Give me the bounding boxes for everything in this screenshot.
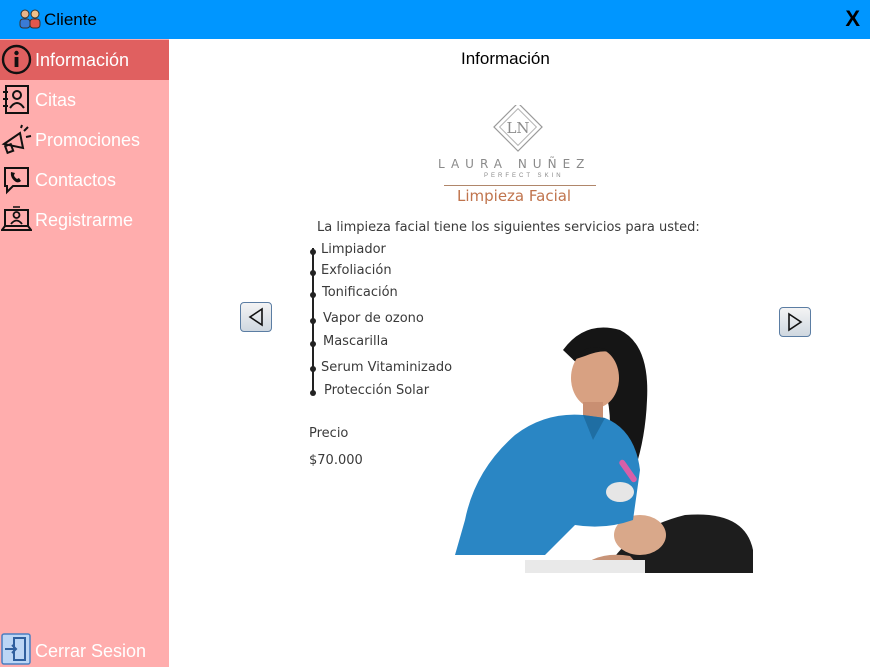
info-icon xyxy=(1,44,32,75)
price-value: $70.000 xyxy=(309,453,363,468)
sidebar-item-label: Citas xyxy=(35,90,77,110)
service-title: Limpieza Facial xyxy=(457,187,572,205)
brand-tagline: PERFECT SKIN xyxy=(484,173,564,179)
sidebar-item-label: Información xyxy=(35,50,130,70)
laptop-user-icon xyxy=(1,206,32,231)
previous-button[interactable] xyxy=(240,302,272,332)
sidebar: Información Citas Promociones Contactos xyxy=(0,39,169,667)
sidebar-item-informacion[interactable]: Información xyxy=(0,40,169,80)
brand-logo: LN xyxy=(493,105,543,152)
close-button[interactable]: X xyxy=(845,6,860,32)
service-item: Limpiador xyxy=(321,242,386,257)
megaphone-icon xyxy=(1,124,32,155)
sidebar-item-citas[interactable]: Citas xyxy=(0,80,169,120)
brand-name: LAURA NUÑEZ xyxy=(438,157,591,171)
page-title: Información xyxy=(461,49,550,68)
chevron-right-icon xyxy=(788,312,803,332)
next-button[interactable] xyxy=(779,307,811,337)
chevron-left-icon xyxy=(248,307,263,327)
divider xyxy=(444,185,596,186)
timeline-dot xyxy=(310,270,316,276)
timeline-dot xyxy=(310,390,316,396)
svg-text:LN: LN xyxy=(506,119,529,137)
phone-icon xyxy=(4,167,29,195)
timeline-dot xyxy=(310,366,316,372)
timeline-dot xyxy=(310,318,316,324)
sidebar-item-label: Promociones xyxy=(35,130,141,150)
logout-icon xyxy=(1,633,31,665)
title-bar: Cliente X xyxy=(0,0,870,39)
service-item: Exfoliación xyxy=(321,263,392,278)
service-item: Mascarilla xyxy=(323,334,389,349)
service-item: Protección Solar xyxy=(324,383,430,398)
facial-treatment-photo xyxy=(455,327,753,573)
sidebar-item-promociones[interactable]: Promociones xyxy=(0,120,169,160)
contact-book-icon xyxy=(3,85,29,114)
service-item: Vapor de ozono xyxy=(323,311,424,326)
timeline-dot xyxy=(310,249,316,255)
price-label: Precio xyxy=(309,426,349,441)
logout-label: Cerrar Sesion xyxy=(35,641,147,661)
logout-button[interactable]: Cerrar Sesion xyxy=(0,633,169,667)
service-intro: La limpieza facial tiene los siguientes … xyxy=(317,220,700,235)
sidebar-item-contactos[interactable]: Contactos xyxy=(0,160,169,200)
sidebar-item-registrarme[interactable]: Registrarme xyxy=(0,200,169,240)
window-title: Cliente xyxy=(44,10,97,29)
users-icon xyxy=(19,9,41,29)
timeline-dot xyxy=(310,341,316,347)
service-item: Serum Vitaminizado xyxy=(321,360,453,375)
service-item: Tonificación xyxy=(322,285,398,300)
sidebar-item-label: Contactos xyxy=(35,170,117,190)
sidebar-item-label: Registrarme xyxy=(35,210,134,230)
timeline-dot xyxy=(310,292,316,298)
